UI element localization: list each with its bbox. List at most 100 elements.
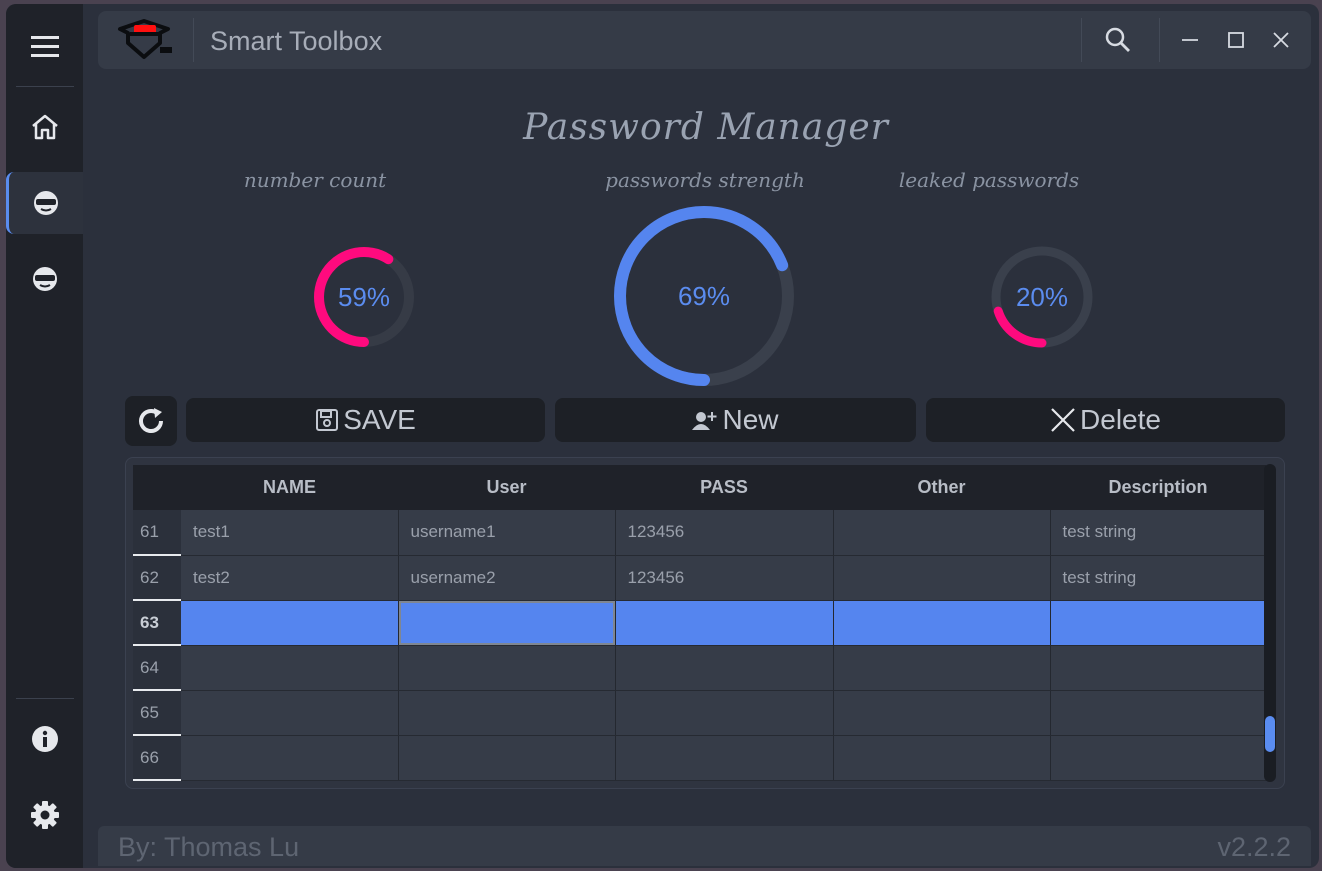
- cell-description[interactable]: test string: [1050, 555, 1267, 601]
- app-title: Smart Toolbox: [210, 26, 383, 56]
- column-header-other[interactable]: Other: [833, 465, 1050, 510]
- cell-other[interactable]: [833, 600, 1051, 646]
- save-icon: [316, 409, 339, 431]
- cell-description[interactable]: test string: [1050, 510, 1267, 556]
- table-row[interactable]: 65: [133, 690, 1267, 736]
- title-divider: [1159, 18, 1160, 62]
- cell-description[interactable]: [1050, 600, 1267, 646]
- info-icon: [31, 726, 58, 752]
- maximize-icon: [1228, 32, 1244, 48]
- close-icon: [1273, 32, 1289, 48]
- page-title: Password Manager: [523, 107, 889, 148]
- app-window: Smart Toolbox Password Manager number co…: [6, 4, 1319, 868]
- delete-button[interactable]: Delete: [926, 398, 1285, 442]
- cell-name[interactable]: [181, 600, 399, 646]
- cell-user-focused[interactable]: [398, 600, 616, 646]
- vertical-scrollbar[interactable]: [1264, 464, 1276, 782]
- cell-user[interactable]: [398, 690, 616, 736]
- app-logo: [116, 19, 174, 65]
- cell-pass[interactable]: [615, 690, 834, 736]
- row-header-corner: [133, 465, 181, 510]
- gauge-value: 69%: [677, 280, 731, 311]
- table-row-selected[interactable]: 63: [133, 600, 1267, 646]
- table-row[interactable]: 66: [133, 735, 1267, 781]
- cell-description[interactable]: [1050, 735, 1267, 781]
- save-label: SAVE: [343, 404, 416, 435]
- cell-user[interactable]: username2: [398, 555, 616, 601]
- gauge-value: 59%: [337, 281, 391, 312]
- gauge-label-number-count: number count: [243, 168, 387, 192]
- cell-description[interactable]: [1050, 645, 1267, 691]
- cell-other[interactable]: [833, 645, 1051, 691]
- scrollbar-thumb[interactable]: [1265, 716, 1275, 752]
- cell-name[interactable]: [181, 735, 399, 781]
- row-number[interactable]: 66: [133, 735, 181, 781]
- cell-pass[interactable]: 123456: [615, 555, 834, 601]
- sidebar-item-home[interactable]: [6, 96, 83, 158]
- sidebar-item-settings[interactable]: [6, 784, 83, 846]
- data-table: NAME User PASS Other Description 61 test…: [133, 465, 1267, 781]
- status-bar: By: Thomas Lu v2.2.2: [98, 826, 1311, 866]
- gauge-label-password-strength: passwords strength: [605, 168, 805, 192]
- row-number[interactable]: 65: [133, 690, 181, 736]
- cell-other[interactable]: [833, 555, 1051, 601]
- minimize-button[interactable]: [1174, 24, 1206, 56]
- gear-icon: [30, 801, 59, 829]
- sidebar-item-password-manager[interactable]: [6, 172, 83, 234]
- table-row[interactable]: 61 test1 username1 123456 test string: [133, 510, 1267, 556]
- cell-name[interactable]: [181, 690, 399, 736]
- column-header-name[interactable]: NAME: [181, 465, 398, 510]
- cell-user[interactable]: username1: [398, 510, 616, 556]
- cell-pass[interactable]: 123456: [615, 510, 834, 556]
- cell-other[interactable]: [833, 510, 1051, 556]
- column-header-description[interactable]: Description: [1050, 465, 1266, 510]
- delete-label: Delete: [1080, 404, 1161, 435]
- gauge-leaked-passwords: 20%: [989, 244, 1095, 350]
- sidebar-divider: [16, 86, 74, 87]
- cell-pass[interactable]: [615, 645, 834, 691]
- add-user-icon: [692, 412, 717, 430]
- search-icon: [1105, 27, 1130, 52]
- gauge-password-strength: 69%: [613, 205, 795, 387]
- save-button[interactable]: SAVE: [186, 398, 545, 442]
- cell-other[interactable]: [833, 690, 1051, 736]
- new-button[interactable]: New: [555, 398, 916, 442]
- title-divider: [193, 18, 194, 62]
- sunglasses-face-icon: [32, 267, 57, 291]
- cell-pass[interactable]: [615, 735, 834, 781]
- close-button[interactable]: [1265, 24, 1297, 56]
- version-label: v2.2.2: [1217, 832, 1291, 862]
- sidebar-item-info[interactable]: [6, 708, 83, 770]
- new-label: New: [722, 404, 779, 435]
- cell-name[interactable]: [181, 645, 399, 691]
- refresh-icon: [139, 408, 163, 433]
- menu-icon[interactable]: [6, 16, 83, 78]
- password-grid[interactable]: NAME User PASS Other Description 61 test…: [125, 457, 1285, 789]
- row-number[interactable]: 61: [133, 510, 181, 556]
- sidebar-item-secondary[interactable]: [6, 248, 83, 310]
- search-button[interactable]: [1102, 24, 1134, 56]
- cell-pass[interactable]: [615, 600, 834, 646]
- cell-name[interactable]: test1: [181, 510, 399, 556]
- gauge-number-count: 59%: [311, 244, 417, 350]
- cell-other[interactable]: [833, 735, 1051, 781]
- cell-user[interactable]: [398, 645, 616, 691]
- row-number[interactable]: 64: [133, 645, 181, 691]
- table-row[interactable]: 64: [133, 645, 1267, 691]
- minimize-icon: [1182, 39, 1198, 41]
- cell-user[interactable]: [398, 735, 616, 781]
- title-bar: Smart Toolbox: [98, 11, 1311, 69]
- refresh-button[interactable]: [125, 396, 177, 446]
- gauge-label-leaked: leaked passwords: [898, 168, 1080, 192]
- maximize-button[interactable]: [1220, 24, 1252, 56]
- column-header-pass[interactable]: PASS: [615, 465, 833, 510]
- cell-name[interactable]: test2: [181, 555, 399, 601]
- table-row[interactable]: 62 test2 username2 123456 test string: [133, 555, 1267, 601]
- table-header-row: NAME User PASS Other Description: [133, 465, 1266, 510]
- sidebar: [6, 4, 83, 868]
- column-header-user[interactable]: User: [398, 465, 615, 510]
- row-number[interactable]: 62: [133, 555, 181, 601]
- cell-description[interactable]: [1050, 690, 1267, 736]
- row-number[interactable]: 63: [133, 600, 181, 646]
- sidebar-divider: [16, 698, 74, 699]
